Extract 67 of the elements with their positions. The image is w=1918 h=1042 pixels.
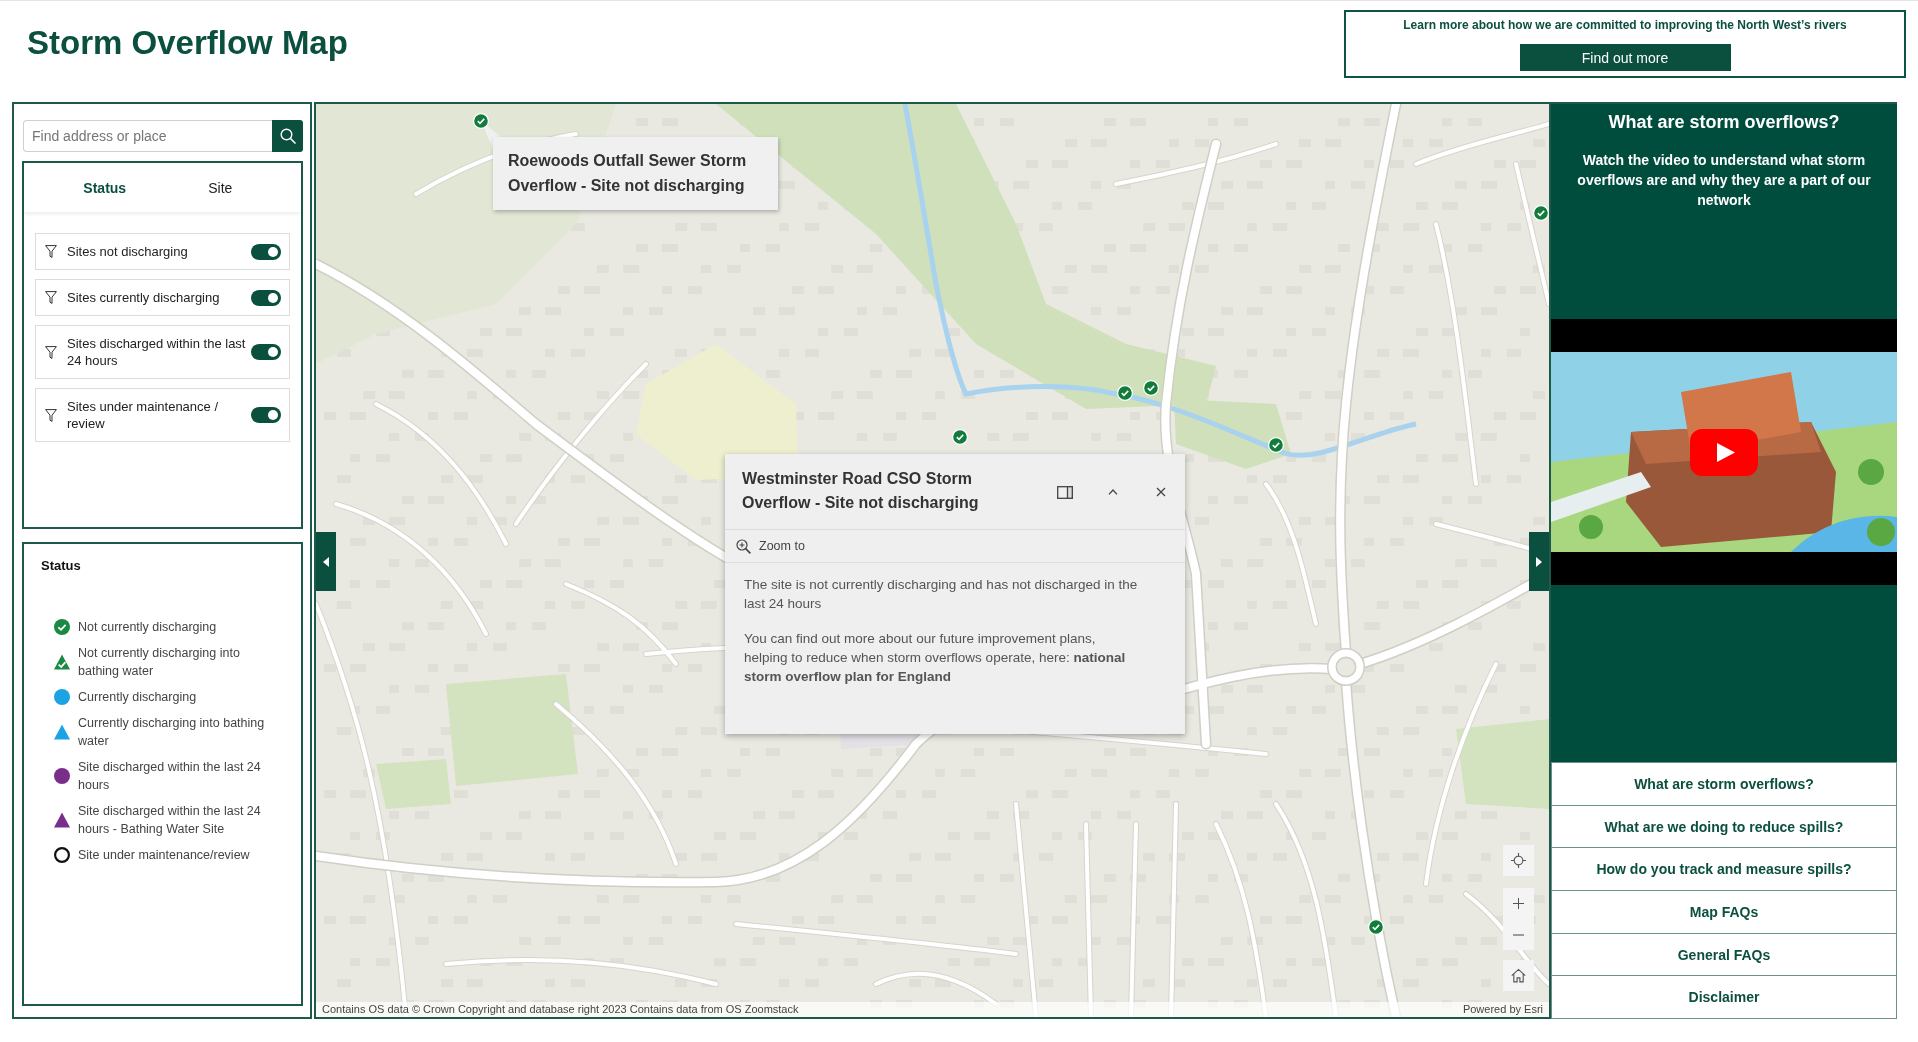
toggle-switch[interactable]: [251, 289, 281, 306]
play-icon[interactable]: [1690, 429, 1758, 476]
popup-title: Westminster Road CSO Storm Overflow - Site not discharging: [742, 469, 980, 513]
legend-title: Status: [41, 557, 82, 575]
search-button[interactable]: [272, 120, 303, 152]
info-title: What are storm overflows?: [1608, 111, 1840, 134]
video-player[interactable]: [1551, 319, 1897, 585]
tick-marker-icon[interactable]: [1533, 205, 1549, 221]
plus-icon: [1513, 898, 1524, 909]
home-icon: [1511, 968, 1526, 983]
info-link[interactable]: How do you track and measure spills?: [1551, 848, 1897, 891]
marker-tooltip: Roewoods Outfall Sewer Storm Overflow - Site not discharging: [493, 137, 778, 210]
collapse-handle[interactable]: [1529, 532, 1549, 591]
popup-text: You can find out more about our future improvement plans, helping to reduce when storm overflows operate, here: national storm overflow plan for England: [744, 630, 1127, 686]
filter-label: Sites not discharging: [67, 243, 189, 260]
caret-left-icon: [323, 556, 329, 567]
search-field[interactable]: Find address or place: [23, 120, 272, 152]
tick-marker-icon[interactable]: [952, 429, 968, 445]
toggle-switch[interactable]: [251, 407, 281, 423]
credit-text: Powered by Esri: [1462, 1003, 1543, 1016]
toggle-switch[interactable]: [251, 344, 281, 360]
zoom-in-button[interactable]: [1503, 888, 1534, 919]
promo-text: Learn more about how we are committed to improving the North West’s rivers: [1403, 17, 1847, 33]
info-link[interactable]: Map FAQs: [1551, 891, 1897, 934]
caret-right-icon: [1536, 556, 1542, 567]
legend-label: Not currently discharging: [78, 619, 218, 636]
tick-marker-icon[interactable]: [1368, 919, 1384, 935]
tick-marker-icon[interactable]: [1117, 385, 1133, 401]
collapse-handle[interactable]: [316, 532, 336, 591]
legend-label: Site discharged within the last 24 hours - Bathing Water Site: [78, 803, 262, 838]
dock-icon[interactable]: [1057, 485, 1073, 499]
popup-text: The site is not currently discharging and has not discharged in the last 24 hours: [744, 576, 1139, 613]
info-link[interactable]: What are we doing to reduce spills?: [1551, 805, 1897, 849]
zoom-to-button[interactable]: Zoom to: [734, 536, 807, 556]
legend-label: Site discharged within the last 24 hours: [78, 759, 262, 794]
filter-label: Sites currently discharging: [67, 289, 221, 306]
info-link[interactable]: What are storm overflows?: [1551, 762, 1897, 806]
search-icon: [279, 128, 296, 144]
tick-marker-icon[interactable]: [473, 113, 489, 129]
page-title: Storm Overflow Map: [27, 24, 348, 62]
filter-icon: [45, 245, 57, 258]
tab[interactable]: Status: [47, 163, 163, 212]
legend-label: Currently discharging into bathing water: [78, 715, 266, 750]
filter-icon: [45, 408, 57, 422]
tick-marker-icon[interactable]: [1143, 380, 1159, 396]
tab[interactable]: Site: [162, 163, 278, 212]
legend-label: Currently discharging: [78, 689, 198, 706]
close-icon[interactable]: [1156, 487, 1166, 497]
tick-marker-icon[interactable]: [1268, 437, 1284, 453]
attribution-text: Contains OS data © Crown Copyright and database right 2023 Contains data from OS Zoomstack: [322, 1003, 799, 1016]
minus-icon: [1513, 933, 1524, 936]
filter-icon: [45, 291, 57, 304]
locate-icon: [1511, 853, 1526, 868]
info-subtitle: Watch the video to understand what storm overflows are and why they are a part of our network: [1576, 151, 1872, 210]
filter-icon: [45, 345, 57, 359]
filter-label: Sites discharged within the last 24 hours: [67, 335, 247, 369]
toggle-switch[interactable]: [251, 243, 281, 260]
zoom-in-icon: [736, 538, 751, 554]
chevron-up-icon[interactable]: [1108, 489, 1118, 495]
locate-button[interactable]: [1503, 845, 1534, 876]
legend-label: Not currently discharging into bathing water: [78, 645, 241, 680]
filter-label: Sites under maintenance / review: [67, 398, 220, 432]
legend-label: Site under maintenance/review: [78, 847, 251, 864]
info-link[interactable]: General FAQs: [1551, 933, 1897, 977]
find-out-more-button[interactable]: Find out more: [1519, 44, 1731, 71]
info-link[interactable]: Disclaimer: [1551, 976, 1897, 1020]
home-button[interactable]: [1503, 960, 1534, 991]
